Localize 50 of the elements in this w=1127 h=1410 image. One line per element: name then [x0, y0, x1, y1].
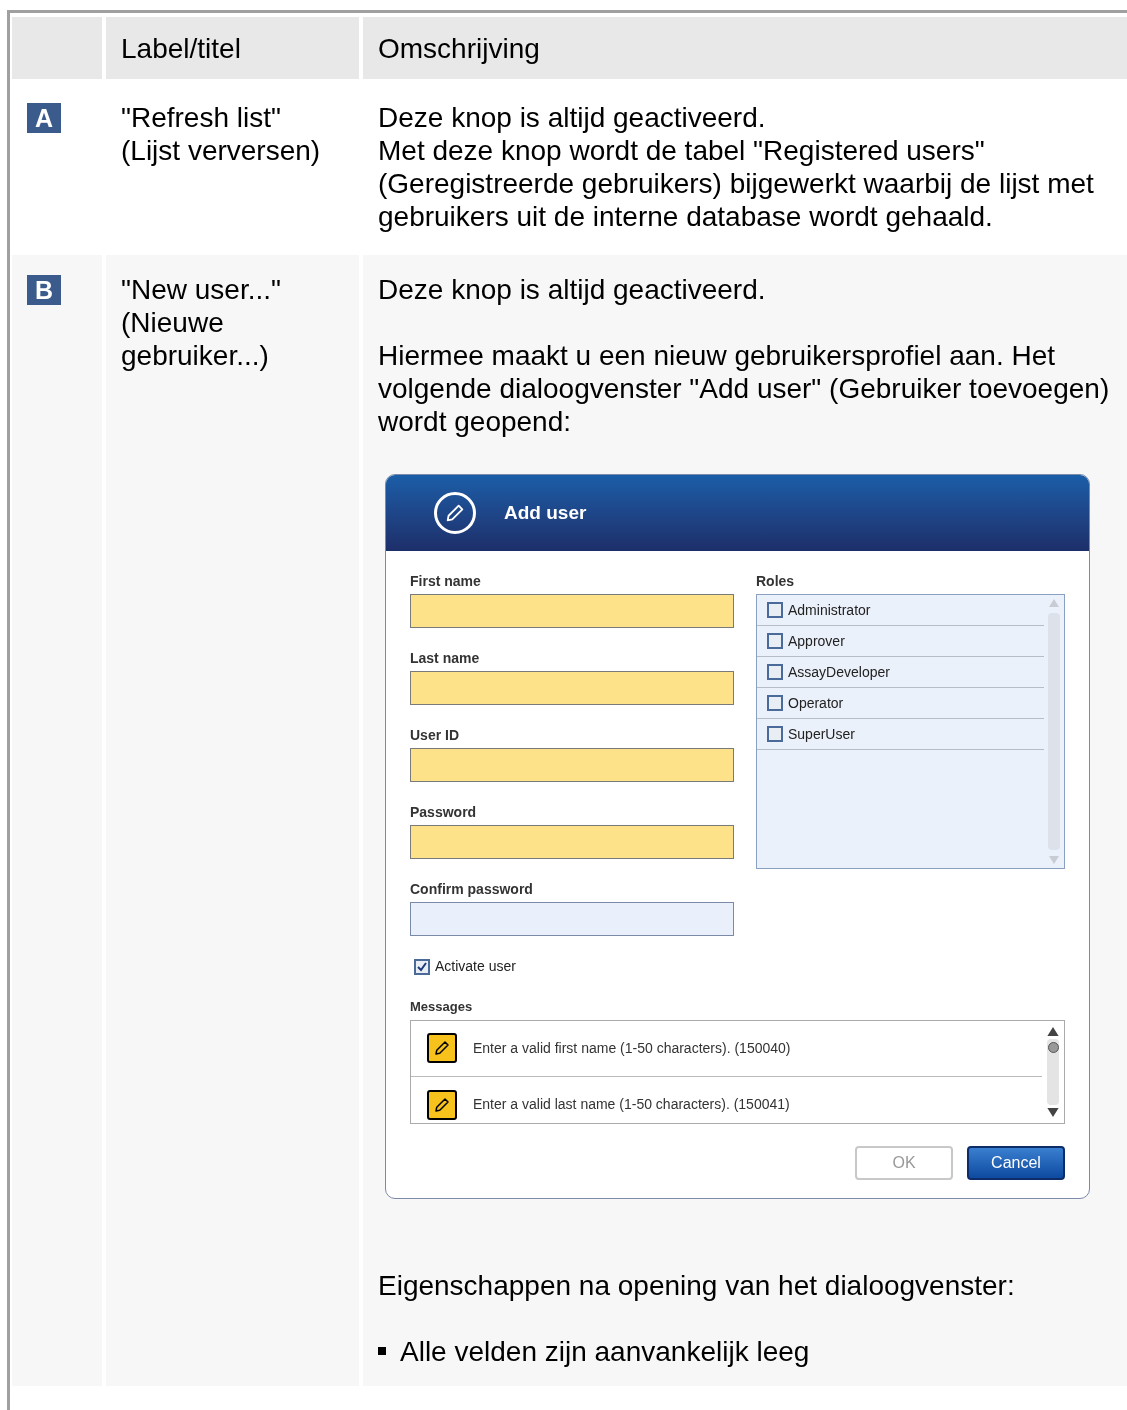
field-label: User ID — [410, 726, 460, 745]
role-item[interactable]: AssayDeveloper — [757, 657, 1044, 688]
message-text: Enter a valid first name (1-50 characters). (150040) — [473, 1038, 791, 1058]
row-marker: A — [27, 103, 61, 133]
column-header: Omschrijving — [363, 17, 1127, 79]
checkbox[interactable] — [767, 664, 783, 680]
edit-icon — [427, 1089, 457, 1120]
description-text: Eigenschappen na opening van het dialoogvenster: — [378, 1268, 1016, 1302]
checkbox[interactable] — [767, 602, 783, 618]
label-text: "New user..." — [121, 273, 282, 306]
description-text: Hiermee maakt u een nieuw gebruikersprofiel aan. Het volgende dialoogvenster "Add user" (Gebruiker toevoegen) wordt geopend: — [378, 339, 1111, 438]
bullet-text: Alle velden zijn aanvankelijk leeg — [400, 1334, 810, 1368]
bullet-icon — [378, 1347, 386, 1355]
role-item[interactable]: Operator — [757, 688, 1044, 719]
input-field[interactable] — [410, 594, 734, 628]
input-field[interactable] — [410, 825, 734, 859]
label-text: (Lijst verversen) — [121, 134, 322, 167]
field-label: Confirm password — [410, 880, 533, 899]
checkbox[interactable] — [414, 958, 430, 975]
field-label: Password — [410, 803, 477, 822]
edit-icon — [427, 1033, 457, 1063]
role-item[interactable]: Approver — [757, 626, 1044, 657]
edit-icon — [434, 492, 476, 534]
description-text: Deze knop is altijd geactiveerd. — [378, 273, 767, 306]
message-text: Enter a valid last name (1-50 characters). (150041) — [473, 1095, 790, 1114]
label-text: (Nieuwe gebruiker...) — [121, 306, 270, 372]
checkbox[interactable] — [767, 633, 783, 649]
column-header: Label/titel — [106, 17, 359, 79]
row-marker: B — [27, 275, 61, 305]
input-field[interactable] — [410, 902, 734, 936]
description-text: Met deze knop wordt de tabel "Registered users" (Geregistreerde gebruikers) bijgewerkt waarbij de lijst met gebruikers uit de interne database wordt gehaald. — [378, 134, 1095, 233]
scroll-up-icon[interactable] — [1047, 1026, 1059, 1036]
field-label: Last name — [410, 649, 480, 668]
field-label: Roles — [756, 572, 795, 591]
field-label: Messages — [410, 998, 473, 1016]
scroll-thumb[interactable] — [1047, 1041, 1059, 1053]
checkbox[interactable] — [767, 726, 783, 742]
dialog-title: Add user — [504, 500, 587, 525]
label-text: "Refresh list" — [121, 101, 282, 134]
cancel-button[interactable]: Cancel — [967, 1145, 1065, 1180]
input-field[interactable] — [410, 671, 734, 705]
role-item[interactable]: SuperUser — [757, 719, 1044, 750]
activate-checkbox[interactable]: Activate user — [414, 956, 516, 977]
checkbox[interactable] — [767, 695, 783, 711]
scroll-track[interactable] — [1047, 1038, 1059, 1105]
input-field[interactable] — [410, 748, 734, 782]
role-item[interactable]: Administrator — [757, 595, 1044, 626]
scroll-down-icon[interactable] — [1047, 1107, 1059, 1117]
description-text: Deze knop is altijd geactiveerd. — [378, 101, 767, 134]
field-label: First name — [410, 572, 481, 591]
